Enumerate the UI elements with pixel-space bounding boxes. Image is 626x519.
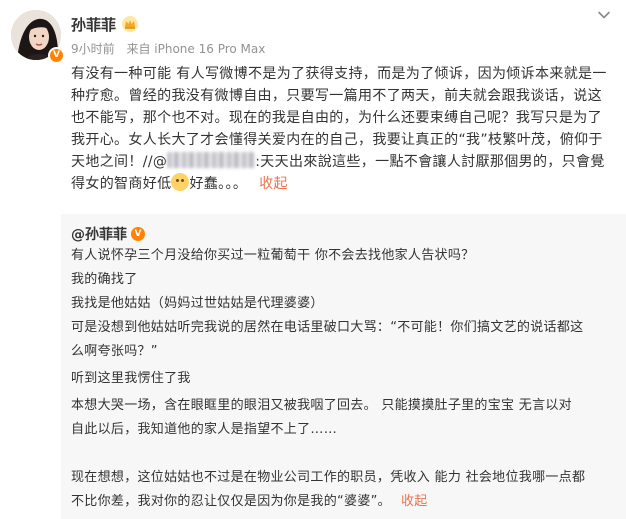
repost-line: 听到这里我愣住了我 bbox=[71, 371, 191, 386]
user-header: 孙菲菲 bbox=[71, 13, 139, 35]
repost-line: 我找是他姑姑（妈妈过世姑姑是代理婆婆） bbox=[71, 296, 324, 311]
verified-icon: V bbox=[48, 47, 65, 64]
user-name[interactable]: 孙菲菲 bbox=[71, 14, 116, 35]
collapse-link[interactable]: 收起 bbox=[259, 176, 288, 192]
post-source: 来自 iPhone 16 Pro Max bbox=[126, 42, 266, 56]
repost-author: @孙菲菲 V bbox=[71, 224, 145, 244]
repost-line: 本想大哭一场，含在眼眶里的眼泪又被我咽了回去。 只能摸摸肚子里的宝宝 无言以对 bbox=[71, 398, 572, 413]
repost-line: 可是没想到他姑姑听完我说的居然在电话里破口大骂：“不可能！你们搞文艺的说话都这 bbox=[71, 320, 584, 335]
post-meta: 9小时前 来自 iPhone 16 Pro Max bbox=[71, 40, 273, 57]
repost-author-name[interactable]: @孙菲菲 bbox=[71, 224, 127, 244]
repost-line: 自此以后，我知道他的家人是指望不上了…… bbox=[71, 422, 338, 437]
post-time[interactable]: 9小时前 bbox=[71, 42, 115, 56]
post-text: 有没有一种可能 有人写微博不是为了获得支持，而是为了倾诉，因为倾诉本来就是一种疗… bbox=[71, 63, 616, 195]
chevron-down-icon[interactable] bbox=[596, 7, 612, 23]
crown-badge-icon bbox=[121, 15, 139, 33]
reposted-weibo: @孙菲菲 V 有人说怀孕三个月没给你买过一粒葡萄干 你不会去找他家人告状吗？ 我… bbox=[61, 214, 626, 519]
repost-line: 我的确找了 bbox=[71, 272, 138, 287]
verified-icon: V bbox=[131, 227, 145, 241]
weibo-post-card: V 孙菲菲 9小时前 来自 iPhone 16 Pro Max 有没有一种可能 … bbox=[0, 0, 626, 519]
repost-line: 么啊夸张吗？” bbox=[71, 344, 158, 359]
repost-line-text: 不比你差，我对你的忍让仅仅是因为你是我的“婆婆”。 bbox=[71, 494, 391, 509]
repost-collapse-link[interactable]: 收起 bbox=[401, 494, 428, 509]
repost-line-last: 不比你差，我对你的忍让仅仅是因为你是我的“婆婆”。 收起 bbox=[71, 490, 428, 509]
post-text-end: 好蠢。。。 bbox=[189, 176, 248, 192]
blurred-mention[interactable] bbox=[167, 152, 256, 168]
facepalm-emoji-icon bbox=[171, 173, 190, 191]
repost-line: 有人说怀孕三个月没给你买过一粒葡萄干 你不会去找他家人告状吗？ bbox=[71, 248, 475, 263]
repost-line: 现在想想，这位姑姑也不过是在物业公司工作的职员，凭收入 能力 社会地位我哪一点都 bbox=[71, 470, 586, 485]
